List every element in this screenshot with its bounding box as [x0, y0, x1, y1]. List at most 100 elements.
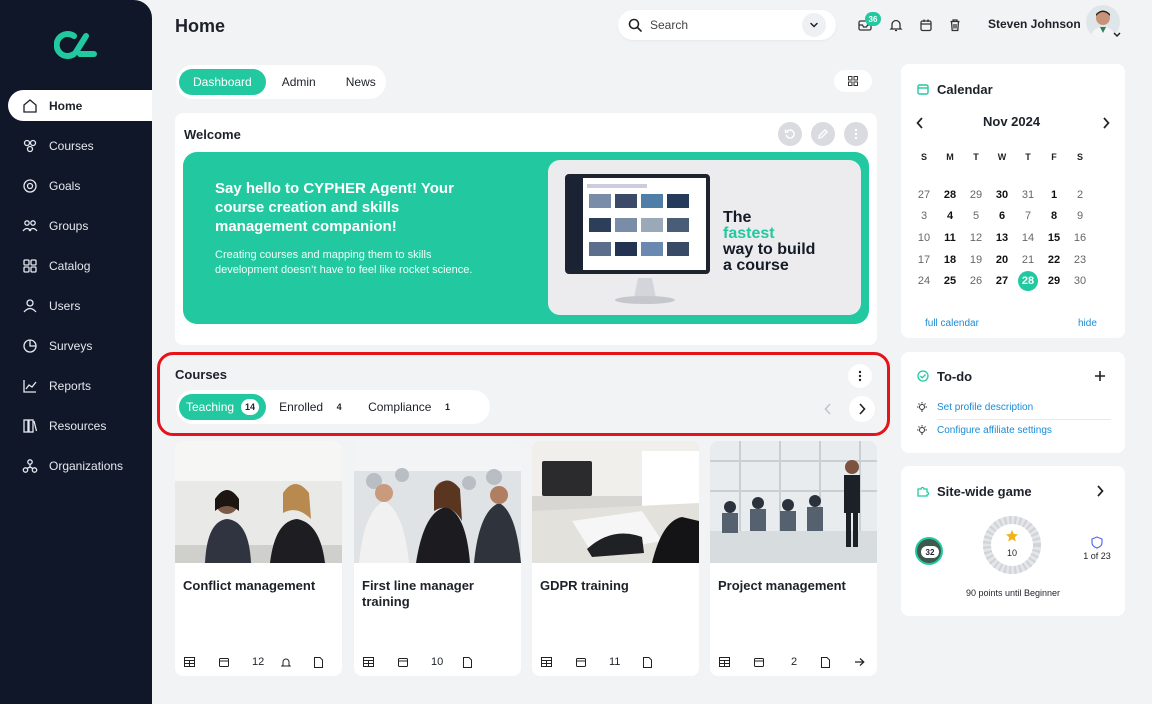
weekday-label: S: [920, 151, 927, 162]
sidebar-item-courses[interactable]: Courses: [8, 130, 152, 161]
organizations-icon: [22, 458, 38, 474]
calendar-day[interactable]: 30: [1067, 275, 1093, 287]
sidebar-item-groups[interactable]: Groups: [8, 210, 152, 241]
course-card[interactable]: First line manager training 10: [354, 441, 521, 676]
tab-dashboard[interactable]: Dashboard: [179, 69, 266, 95]
trash-button[interactable]: [946, 16, 964, 34]
calendar-day[interactable]: 19: [963, 254, 989, 266]
course-card-footer: 2: [718, 656, 869, 668]
reset-button[interactable]: [778, 122, 802, 146]
full-calendar-link[interactable]: full calendar: [925, 318, 979, 329]
document-icon: [312, 656, 324, 668]
sidebar-item-surveys[interactable]: Surveys: [8, 330, 152, 361]
calendar-day[interactable]: 16: [1067, 232, 1093, 244]
calendar-day[interactable]: 29: [1041, 275, 1067, 287]
calendar-day[interactable]: 28: [937, 189, 963, 201]
notifications-button[interactable]: [887, 16, 905, 34]
sidebar-item-reports[interactable]: Reports: [8, 370, 152, 401]
table-icon: [718, 656, 730, 668]
cypher-logo[interactable]: [54, 30, 98, 60]
course-card[interactable]: GDPR training 11: [532, 441, 699, 676]
hide-calendar-link[interactable]: hide: [1078, 318, 1097, 329]
table-icon: [362, 656, 374, 668]
layout-button[interactable]: [834, 70, 872, 92]
tab-news[interactable]: News: [332, 69, 390, 95]
calendar-day[interactable]: 27: [911, 189, 937, 201]
sidebar-item-organizations[interactable]: Organizations: [8, 450, 152, 481]
star-count: 10: [1006, 548, 1017, 558]
search-bar[interactable]: Search: [618, 10, 836, 40]
calendar-button[interactable]: [917, 16, 935, 34]
add-todo-icon[interactable]: [1094, 370, 1106, 382]
search-dropdown-button[interactable]: [802, 13, 826, 37]
calendar-day[interactable]: 15: [1041, 232, 1067, 244]
calendar-day[interactable]: 7: [1015, 210, 1041, 222]
calendar-day[interactable]: 3: [911, 210, 937, 222]
calendar-day[interactable]: 17: [911, 254, 937, 266]
sidebar-item-catalog[interactable]: Catalog: [8, 250, 152, 281]
calendar-icon: [218, 656, 230, 668]
calendar-day[interactable]: 20: [989, 254, 1015, 266]
calendar-day[interactable]: 31: [1015, 189, 1041, 201]
calendar-day[interactable]: 24: [911, 275, 937, 287]
calendar-day[interactable]: 23: [1067, 254, 1093, 266]
lightbulb-icon: [917, 402, 927, 412]
calendar-day[interactable]: 30: [989, 189, 1015, 201]
calendar-day[interactable]: 10: [911, 232, 937, 244]
calendar-day[interactable]: 4: [937, 210, 963, 222]
document-icon: [641, 656, 653, 668]
calendar-day[interactable]: 9: [1067, 210, 1093, 222]
course-count: 12: [252, 656, 265, 668]
reports-icon: [22, 378, 38, 394]
search-label: Search: [650, 18, 689, 32]
welcome-more-button[interactable]: [844, 122, 868, 146]
user-menu-chevron-icon[interactable]: [1112, 31, 1122, 39]
calendar-day[interactable]: 11: [937, 232, 963, 244]
calendar-day[interactable]: 2: [1067, 189, 1093, 201]
sidebar-item-users[interactable]: Users: [8, 290, 152, 321]
sidebar-item-label: Users: [49, 298, 81, 313]
calendar-day[interactable]: 6: [989, 210, 1015, 222]
course-title: First line manager training: [362, 578, 474, 609]
edit-button[interactable]: [811, 122, 835, 146]
sidebar-item-resources[interactable]: Resources: [8, 410, 152, 441]
course-card-footer: 12: [183, 656, 334, 668]
tab-admin[interactable]: Admin: [268, 69, 330, 95]
dashboard-tabs: Dashboard Admin News: [176, 65, 386, 99]
calendar-day-selected[interactable]: 28: [1018, 271, 1038, 292]
document-icon: [819, 656, 831, 668]
calendar-day[interactable]: 27: [989, 275, 1015, 287]
chevron-right-icon[interactable]: [1095, 484, 1105, 498]
calendar-day[interactable]: 29: [963, 189, 989, 201]
bell-icon: [889, 19, 903, 32]
calendar-day[interactable]: 5: [963, 210, 989, 222]
courses-icon: [22, 138, 38, 154]
course-count: 11: [609, 656, 621, 668]
calendar-day[interactable]: 21: [1015, 254, 1041, 266]
arrow-right-icon[interactable]: [853, 656, 865, 668]
calendar-day[interactable]: 8: [1041, 210, 1067, 222]
table-icon: [183, 656, 195, 668]
tagline-line-2: fastest: [723, 225, 775, 242]
calendar-day[interactable]: 22: [1041, 254, 1067, 266]
tagline-line-1: The: [723, 209, 752, 226]
course-card[interactable]: Project management 2: [710, 441, 877, 676]
course-card[interactable]: Conflict management 12: [175, 441, 342, 676]
calendar-day[interactable]: 18: [937, 254, 963, 266]
todo-item[interactable]: Set profile description: [937, 402, 1033, 413]
calendar-icon: [917, 84, 929, 95]
calendar-day[interactable]: 13: [989, 232, 1015, 244]
course-title: GDPR training: [540, 578, 629, 593]
calendar-day[interactable]: 26: [963, 275, 989, 287]
calendar-day[interactable]: 25: [937, 275, 963, 287]
user-name[interactable]: Steven Johnson: [988, 17, 1081, 31]
prev-month-icon[interactable]: [915, 116, 925, 130]
calendar-day[interactable]: 12: [963, 232, 989, 244]
calendar-day[interactable]: 1: [1041, 189, 1067, 201]
sidebar-item-goals[interactable]: Goals: [8, 170, 152, 201]
sidebar-item-home[interactable]: Home: [8, 90, 152, 121]
next-month-icon[interactable]: [1101, 116, 1111, 130]
todo-item[interactable]: Configure affiliate settings: [937, 425, 1052, 436]
calendar-day[interactable]: 14: [1015, 232, 1041, 244]
sidebar-item-label: Courses: [49, 138, 94, 153]
